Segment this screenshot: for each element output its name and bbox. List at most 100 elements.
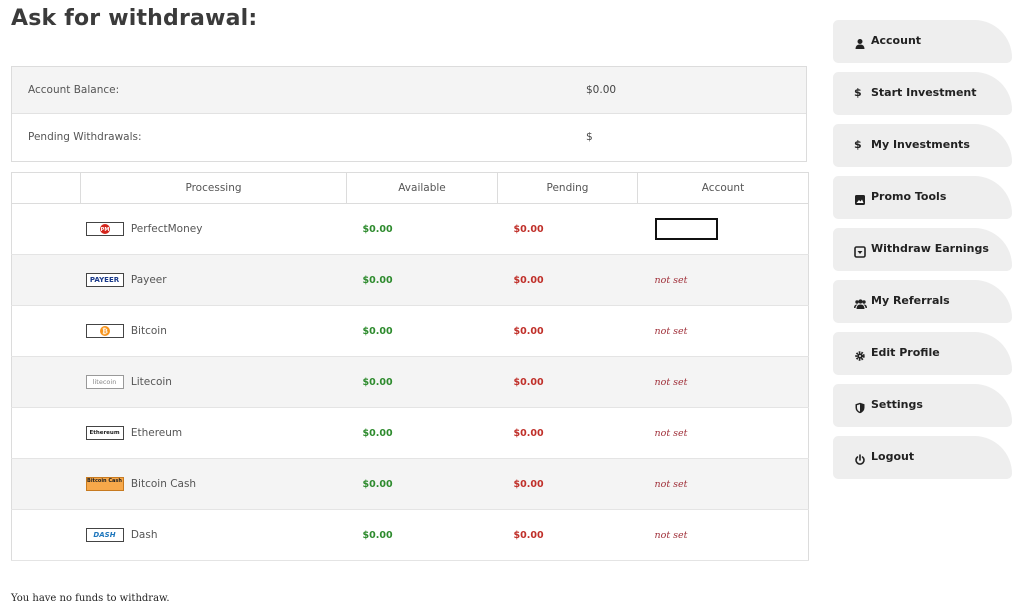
pending-amount: $0.00 bbox=[497, 305, 638, 357]
processing-cell: Bitcoin Cash Bitcoin Cash bbox=[80, 458, 347, 510]
power-icon bbox=[854, 451, 866, 465]
download-box-icon bbox=[854, 243, 866, 258]
users-icon bbox=[854, 295, 867, 309]
available-amount: $0.00 bbox=[346, 356, 498, 408]
menu-item-settings[interactable]: Settings bbox=[833, 384, 1012, 427]
account-balance-row: Account Balance: $0.00 bbox=[12, 67, 806, 114]
menu-item-edit-profile[interactable]: Edit Profile bbox=[833, 332, 1012, 375]
menu-item-withdraw-earnings[interactable]: Withdraw Earnings bbox=[833, 228, 1012, 271]
available-amount: $0.00 bbox=[346, 458, 498, 510]
available-amount: $0.00 bbox=[346, 407, 498, 459]
table-header-row: Processing Available Pending Account bbox=[11, 172, 809, 204]
table-row-ethereum: Ethereum Ethereum $0.00 $0.00 not set bbox=[11, 407, 809, 459]
ethereum-logo-icon: Ethereum bbox=[85, 426, 124, 440]
pending-withdrawals-label: Pending Withdrawals: bbox=[28, 131, 142, 143]
pending-amount: $0.00 bbox=[497, 254, 638, 306]
pending-withdrawals-value: $ bbox=[586, 131, 593, 143]
table-row-payeer: PAYEER Payeer $0.00 $0.00 not set bbox=[11, 254, 809, 306]
dollar-icon: $ bbox=[854, 86, 862, 99]
processor-name: Payeer bbox=[130, 274, 167, 286]
pending-amount: $0.00 bbox=[497, 509, 638, 561]
processing-cell: litecoin Litecoin bbox=[80, 356, 347, 408]
row-select-cell bbox=[11, 458, 81, 510]
menu-item-label: My Investments bbox=[871, 138, 970, 151]
bitcoin-logo-text: ₿ bbox=[102, 328, 108, 336]
account-cell: not set bbox=[637, 509, 809, 561]
menu-item-my-referrals[interactable]: My Referrals bbox=[833, 280, 1012, 323]
pending-amount: $0.00 bbox=[497, 203, 638, 255]
processor-name: Dash bbox=[130, 529, 158, 541]
menu-item-label: Logout bbox=[871, 450, 915, 463]
menu-item-label: Account bbox=[871, 34, 922, 47]
menu-item-promo-tools[interactable]: Promo Tools bbox=[833, 176, 1012, 219]
row-select-cell bbox=[11, 305, 81, 357]
header-processing: Processing bbox=[80, 172, 347, 204]
processor-name: Bitcoin bbox=[130, 325, 167, 337]
menu-item-label: Start Investment bbox=[871, 86, 977, 99]
pending-withdrawals-row: Pending Withdrawals: $ bbox=[12, 114, 806, 161]
processor-name: Ethereum bbox=[130, 427, 183, 439]
processor-name: Litecoin bbox=[130, 376, 172, 388]
perfectmoney-account-input[interactable] bbox=[654, 218, 718, 240]
image-icon bbox=[854, 191, 866, 205]
table-row-bitcoin: ₿ Bitcoin $0.00 $0.00 not set bbox=[11, 305, 809, 357]
dash-logo-icon: DASH bbox=[85, 528, 124, 542]
available-amount: $0.00 bbox=[346, 305, 498, 357]
account-not-set: not set bbox=[654, 529, 688, 541]
row-select-cell bbox=[11, 509, 81, 561]
menu-item-label: Promo Tools bbox=[871, 190, 947, 203]
header-select bbox=[11, 172, 81, 204]
account-not-set: not set bbox=[654, 274, 688, 286]
account-balance-value: $0.00 bbox=[586, 84, 617, 96]
balance-summary: Account Balance: $0.00 Pending Withdrawa… bbox=[11, 66, 807, 162]
row-select-cell bbox=[11, 407, 81, 459]
payeer-logo-icon: PAYEER bbox=[85, 273, 124, 287]
table-row-bitcoin-cash: Bitcoin Cash Bitcoin Cash $0.00 $0.00 no… bbox=[11, 458, 809, 510]
table-row-perfectmoney: PM PerfectMoney $0.00 $0.00 bbox=[11, 203, 809, 255]
account-cell bbox=[637, 203, 809, 255]
header-pending: Pending bbox=[497, 172, 638, 204]
row-select-cell bbox=[11, 254, 81, 306]
menu-item-start-investment[interactable]: $ Start Investment bbox=[833, 72, 1012, 115]
gear-icon bbox=[854, 347, 866, 361]
account-cell: not set bbox=[637, 254, 809, 306]
user-icon bbox=[854, 35, 866, 49]
processing-cell: DASH Dash bbox=[80, 509, 347, 561]
menu-item-label: Edit Profile bbox=[871, 346, 940, 359]
available-amount: $0.00 bbox=[346, 254, 498, 306]
dollar-icon: $ bbox=[854, 138, 862, 151]
pending-amount: $0.00 bbox=[497, 407, 638, 459]
page-title: Ask for withdrawal: bbox=[11, 6, 258, 31]
account-cell: not set bbox=[637, 458, 809, 510]
processing-cell: Ethereum Ethereum bbox=[80, 407, 347, 459]
menu-item-account[interactable]: Account bbox=[833, 20, 1012, 63]
processing-cell: PAYEER Payeer bbox=[80, 254, 347, 306]
menu-item-label: Withdraw Earnings bbox=[871, 242, 989, 255]
row-select-cell bbox=[11, 203, 81, 255]
header-available: Available bbox=[346, 172, 498, 204]
account-cell: not set bbox=[637, 407, 809, 459]
row-select-cell bbox=[11, 356, 81, 408]
menu-item-my-investments[interactable]: $ My Investments bbox=[833, 124, 1012, 167]
litecoin-logo-icon: litecoin bbox=[85, 375, 124, 389]
processor-name: Bitcoin Cash bbox=[130, 478, 197, 490]
withdrawal-processing-table: Processing Available Pending Account PM … bbox=[11, 172, 809, 561]
header-account: Account bbox=[637, 172, 809, 204]
no-funds-message: You have no funds to withdraw. bbox=[11, 593, 170, 604]
account-cell: not set bbox=[637, 356, 809, 408]
processing-cell: PM PerfectMoney bbox=[80, 203, 347, 255]
pending-amount: $0.00 bbox=[497, 458, 638, 510]
bitcoin-cash-logo-icon: Bitcoin Cash bbox=[85, 477, 124, 491]
account-cell: not set bbox=[637, 305, 809, 357]
table-row-litecoin: litecoin Litecoin $0.00 $0.00 not set bbox=[11, 356, 809, 408]
processing-cell: ₿ Bitcoin bbox=[80, 305, 347, 357]
account-not-set: not set bbox=[654, 325, 688, 337]
menu-item-logout[interactable]: Logout bbox=[833, 436, 1012, 479]
account-not-set: not set bbox=[654, 376, 688, 388]
pending-amount: $0.00 bbox=[497, 356, 638, 408]
table-row-dash: DASH Dash $0.00 $0.00 not set bbox=[11, 509, 809, 561]
perfectmoney-logo-text: PM bbox=[100, 227, 109, 233]
account-balance-label: Account Balance: bbox=[28, 84, 120, 96]
processor-name: PerfectMoney bbox=[130, 223, 203, 235]
account-side-menu: Account $ Start Investment $ My Investme… bbox=[833, 20, 1012, 488]
